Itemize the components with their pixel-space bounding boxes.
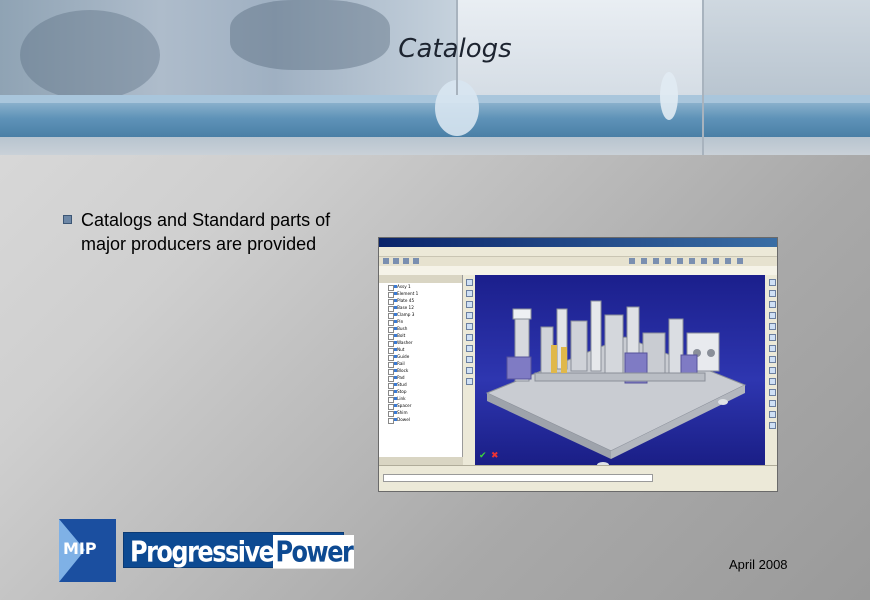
tree-row: Link	[379, 395, 462, 403]
tree-row: Element 1	[379, 290, 462, 298]
toolbar-icon	[629, 258, 635, 264]
tree-row: Washer	[379, 339, 462, 347]
header-banner	[0, 0, 870, 155]
mip-logo: MIP	[59, 519, 116, 582]
tool-icon	[768, 367, 776, 374]
tool-icon	[768, 279, 776, 286]
tool-icon	[465, 312, 473, 319]
tool-icon	[465, 301, 473, 308]
tree-row: Nut	[379, 346, 462, 354]
progressivepower-logo: ProgressivePower	[123, 532, 355, 569]
cancel-x-icon: ✖	[491, 451, 499, 461]
mip-logo-text: MIP	[63, 539, 97, 558]
tree-row: Shim	[379, 409, 462, 417]
decorative-oval	[660, 72, 678, 120]
tree-row: Dowel	[379, 416, 462, 424]
brand-wordmark: ProgressivePower	[130, 535, 355, 569]
tree-row: Rail	[379, 360, 462, 368]
tool-icon	[768, 334, 776, 341]
toolbar-icon	[383, 258, 389, 264]
tree-row: Bush	[379, 325, 462, 333]
tree-row: Spacer	[379, 402, 462, 410]
tree-rows: Assy 1 Element 1 Plate 45 Base 12 Clamp 3 Pin…	[379, 283, 462, 424]
tool-icon	[465, 279, 473, 286]
tree-row: Stop	[379, 388, 462, 396]
tool-icon	[768, 345, 776, 352]
tree-row: Pad	[379, 374, 462, 382]
toolbar-icon	[725, 258, 731, 264]
bullet-item: Catalogs and Standard parts of major pro…	[63, 208, 363, 256]
brand-part1: Progressive	[130, 535, 275, 569]
tree-row: Stud	[379, 381, 462, 389]
slide-title: Catalogs	[398, 34, 512, 64]
cad-menubar	[379, 247, 777, 257]
tool-icon	[768, 356, 776, 363]
tool-icon	[768, 422, 776, 429]
tree-header	[379, 275, 462, 283]
tool-icon	[768, 301, 776, 308]
tree-row: Guide	[379, 353, 462, 361]
header-divider	[702, 0, 704, 155]
tool-icon	[768, 378, 776, 385]
confirm-check-icon: ✔	[479, 451, 487, 461]
tool-icon	[465, 356, 473, 363]
cad-tree-panel: Assy 1 Element 1 Plate 45 Base 12 Clamp 3 Pin…	[379, 275, 463, 465]
bullet-text: Catalogs and Standard parts of major pro…	[81, 210, 331, 254]
toolbar-icon	[393, 258, 399, 264]
tree-row: Assy 1	[379, 283, 462, 291]
tool-icon	[465, 334, 473, 341]
toolbar-icon	[413, 258, 419, 264]
cad-status-bar	[379, 465, 777, 491]
tree-row: Bolt	[379, 332, 462, 340]
slide-date: April 2008	[729, 557, 788, 572]
header-underband	[0, 137, 870, 155]
tree-row: Pin	[379, 318, 462, 326]
tool-icon	[768, 411, 776, 418]
tool-icon	[465, 323, 473, 330]
cad-right-toolbar	[765, 275, 777, 465]
tree-row: Clamp 3	[379, 311, 462, 319]
tool-icon	[768, 400, 776, 407]
toolbar-icon	[701, 258, 707, 264]
tree-row: Plate 45	[379, 297, 462, 305]
brand-part2: Power	[273, 535, 355, 569]
tool-icon	[768, 389, 776, 396]
photo-shape	[20, 10, 160, 100]
tree-row: Base 12	[379, 304, 462, 312]
tool-icon	[465, 378, 473, 385]
cad-toolbar	[379, 257, 777, 266]
cad-left-toolbar	[463, 275, 475, 465]
cad-hint-bar	[379, 266, 777, 275]
toolbar-icon	[677, 258, 683, 264]
toolbar-icon	[737, 258, 743, 264]
tool-icon	[465, 345, 473, 352]
tool-icon	[465, 367, 473, 374]
toolbar-icon	[641, 258, 647, 264]
toolbar-icon	[689, 258, 695, 264]
tool-icon	[465, 290, 473, 297]
toolbar-icon	[653, 258, 659, 264]
cad-titlebar	[379, 238, 777, 247]
tree-row: Block	[379, 367, 462, 375]
bullet-marker-icon	[63, 215, 72, 224]
cad-screenshot: Assy 1 Element 1 Plate 45 Base 12 Clamp 3 Pin…	[378, 237, 778, 492]
command-input	[383, 474, 653, 482]
tree-tab	[379, 457, 463, 465]
toolbar-icon	[665, 258, 671, 264]
header-panel	[703, 0, 870, 95]
fixture-model	[485, 300, 747, 468]
tool-icon	[768, 323, 776, 330]
toolbar-icon	[713, 258, 719, 264]
cad-3d-viewport: ✔ ✖	[475, 275, 765, 468]
toolbar-icon	[403, 258, 409, 264]
tool-icon	[768, 312, 776, 319]
tool-icon	[768, 290, 776, 297]
